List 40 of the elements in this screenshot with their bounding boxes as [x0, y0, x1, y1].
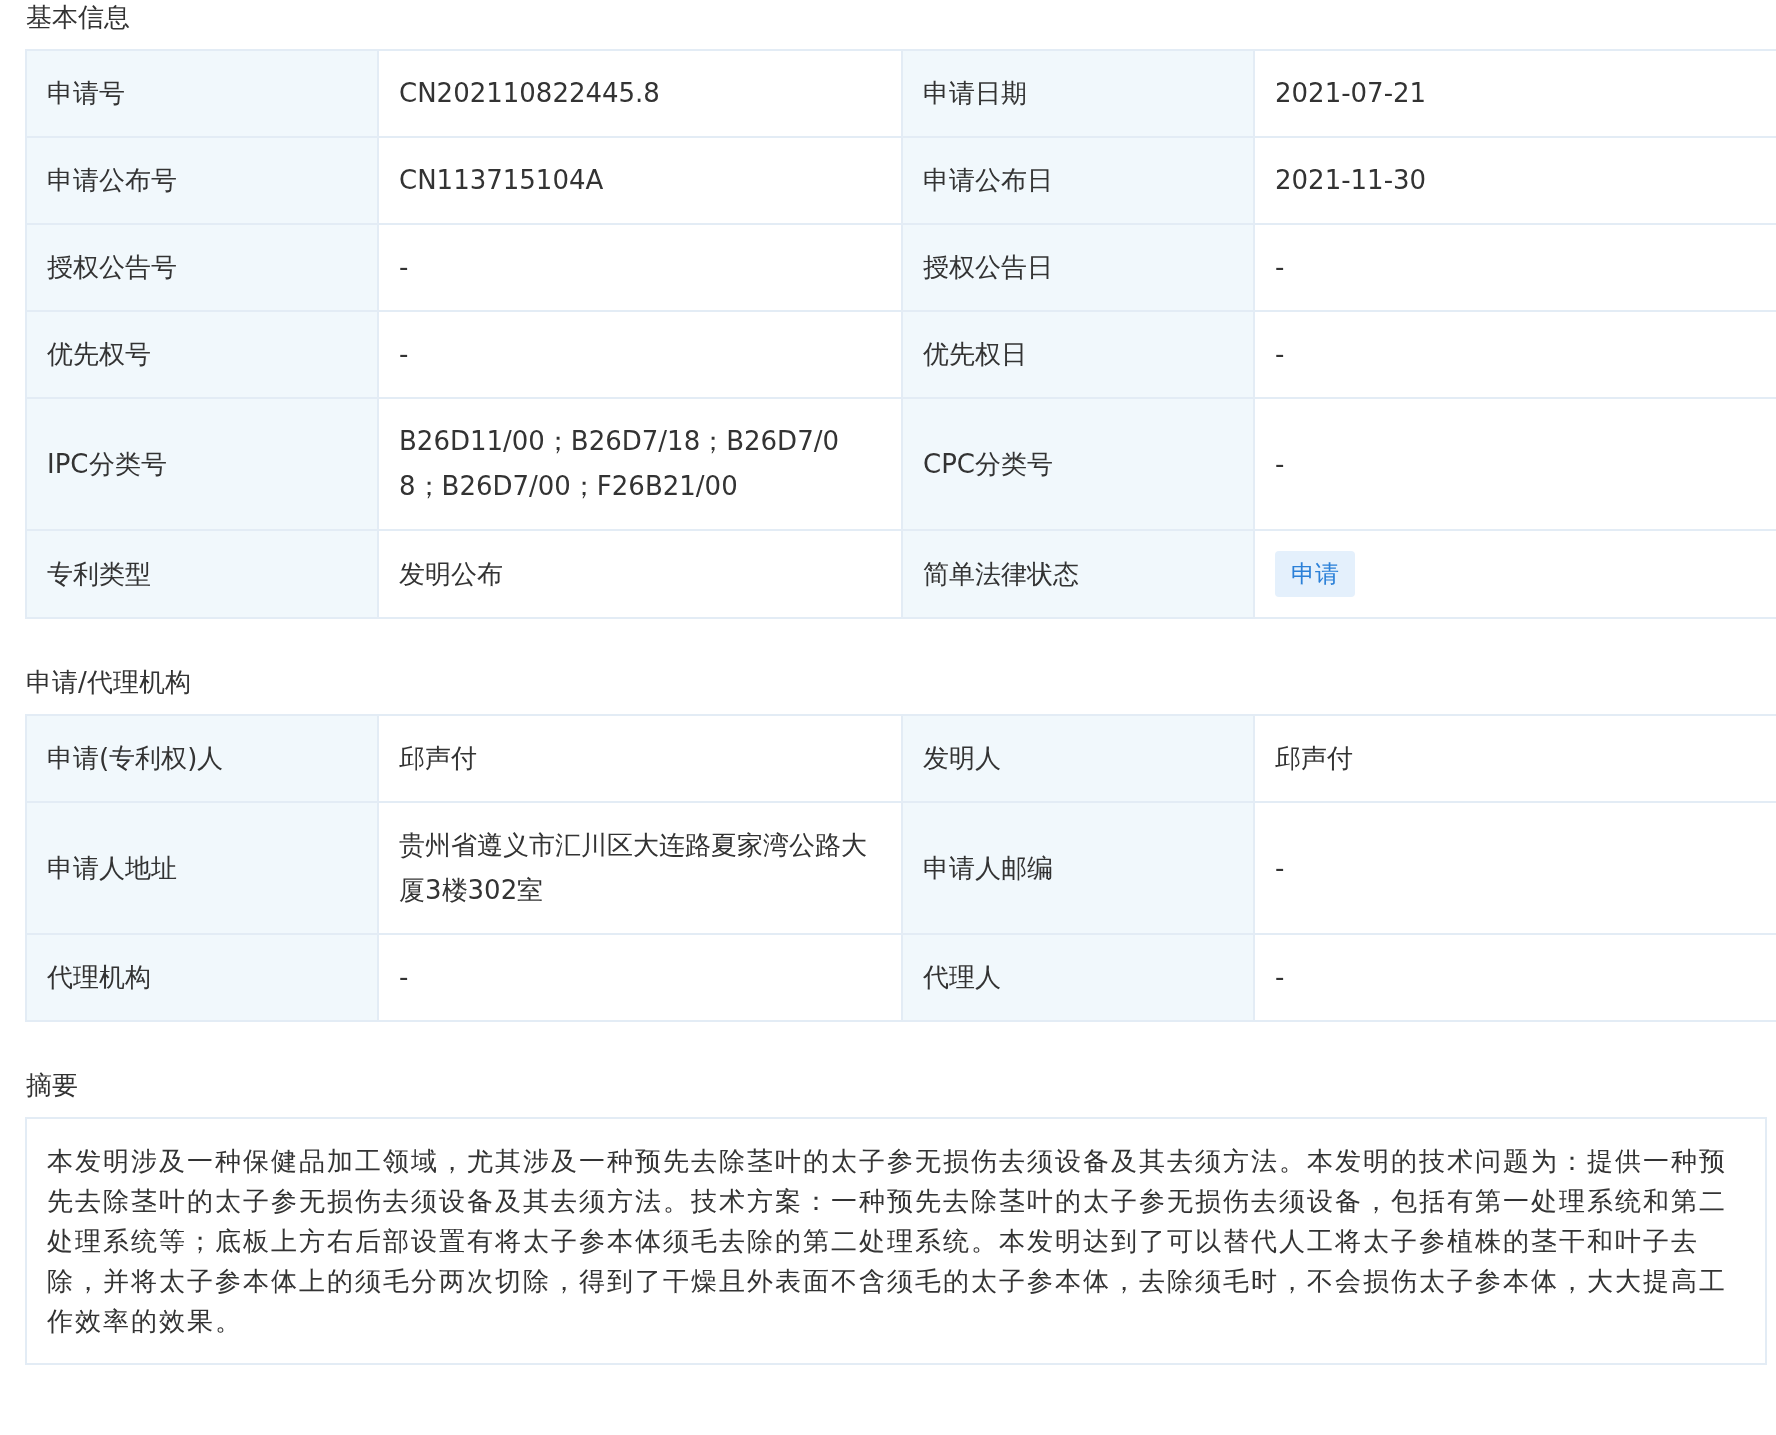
field-value: - [378, 934, 902, 1021]
field-value: - [378, 311, 902, 398]
field-label: 申请公布日 [902, 137, 1254, 224]
field-value: 2021-07-21 [1254, 50, 1776, 137]
field-label: 优先权号 [26, 311, 378, 398]
field-label: 申请号 [26, 50, 378, 137]
field-label: 优先权日 [902, 311, 1254, 398]
field-value: 2021-11-30 [1254, 137, 1776, 224]
field-label: IPC分类号 [26, 398, 378, 530]
abstract-text: 本发明涉及一种保健品加工领域，尤其涉及一种预先去除茎叶的太子参无损伤去须设备及其去须方法。本发明的技术问题为：提供一种预先去除茎叶的太子参无损伤去须设备及其去须方法。技术方案：一种预先去除茎叶的太子参无损伤去须设备，包括有第一处理系统和第二处理系统等；底板上方右后部设置有将太子参本体须毛去除的第二处理系统。本发明达到了可以替代人工将太子参植株的茎干和叶子去除，并将太子参本体上的须毛分两次切除，得到了干燥且外表面不含须毛的太子参本体，去除须毛时，不会损伤太子参本体，大大提高工作效率的效果。 [25, 1117, 1767, 1365]
field-value: - [1254, 802, 1776, 934]
field-value: - [1254, 311, 1776, 398]
field-label: 授权公告日 [902, 224, 1254, 311]
field-label: 申请日期 [902, 50, 1254, 137]
field-value: - [1254, 934, 1776, 1021]
field-label: 简单法律状态 [902, 530, 1254, 618]
field-value: 发明公布 [378, 530, 902, 618]
field-label: 发明人 [902, 715, 1254, 802]
field-label: 代理人 [902, 934, 1254, 1021]
field-label: 申请(专利权)人 [26, 715, 378, 802]
field-label: 申请人地址 [26, 802, 378, 934]
field-label: 授权公告号 [26, 224, 378, 311]
field-label: 专利类型 [26, 530, 378, 618]
field-value: - [1254, 224, 1776, 311]
section-title: 基本信息 [25, 1, 131, 34]
section-title: 申请/代理机构 [25, 666, 192, 699]
field-value: 邱声付 [378, 715, 902, 802]
field-value: - [1254, 398, 1776, 530]
field-label: 申请公布号 [26, 137, 378, 224]
field-value: B26D11/00；B26D7/18；B26D7/08；B26D7/00；F26B21/00 [378, 398, 902, 530]
field-label: CPC分类号 [902, 398, 1254, 530]
status-tag: 申请 [1275, 551, 1355, 597]
field-value: 邱声付 [1254, 715, 1776, 802]
field-value: - [378, 224, 902, 311]
field-value: 贵州省遵义市汇川区大连路夏家湾公路大厦3楼302室 [378, 802, 902, 934]
field-value: CN113715104A [378, 137, 902, 224]
field-label: 申请人邮编 [902, 802, 1254, 934]
field-value: CN202110822445.8 [378, 50, 902, 137]
section-title: 摘要 [25, 1069, 79, 1102]
field-label: 代理机构 [26, 934, 378, 1021]
